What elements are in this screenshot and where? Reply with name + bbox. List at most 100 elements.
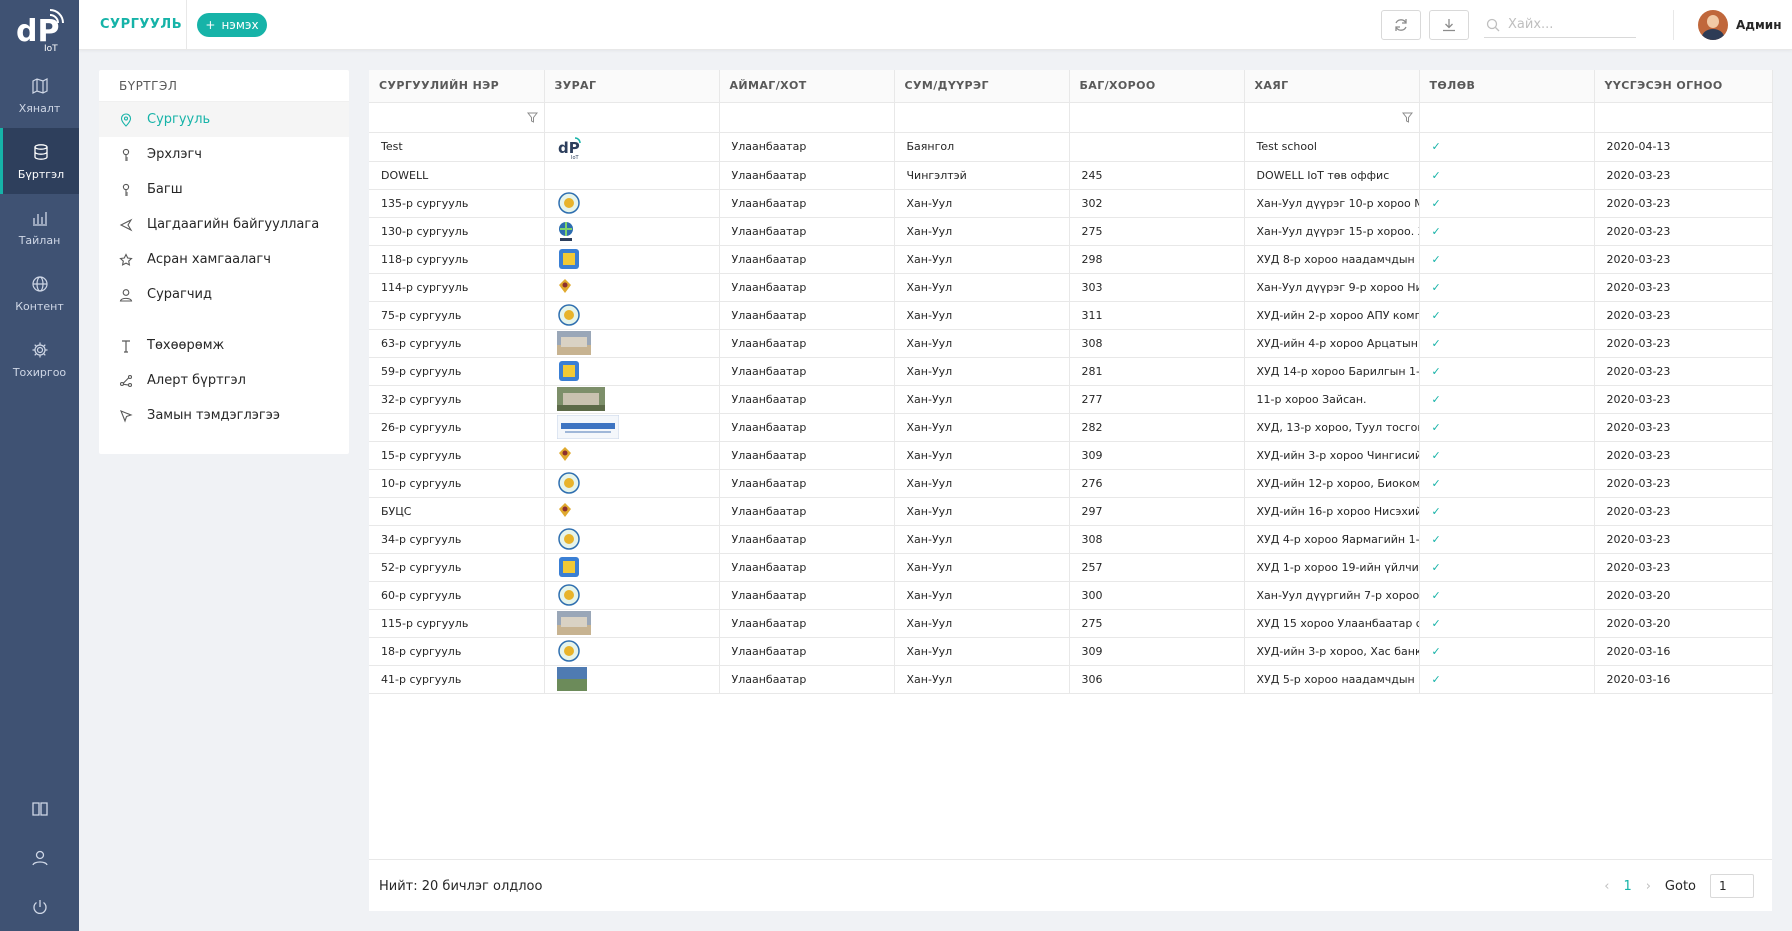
bag-cell: 308 — [1069, 329, 1245, 358]
created-date-cell: 2020-03-23 — [1594, 161, 1773, 190]
school-name-cell: 114-р сургууль — [369, 273, 545, 302]
tool-icon — [119, 339, 133, 353]
table-row[interactable]: 60-р сургууль Улаанбаатар Хан-Уул 300 Хан-Уу… — [369, 581, 1773, 610]
check-icon: ✓ — [1431, 588, 1441, 602]
school-image-cell — [544, 161, 720, 190]
filter-cell[interactable] — [1419, 102, 1595, 133]
table-row[interactable]: 75-р сургууль Улаанбаатар Хан-Уул 311 ХУД-ий… — [369, 301, 1773, 330]
filter-cell[interactable] — [544, 102, 720, 133]
sum-cell: Хан-Уул — [894, 217, 1070, 246]
add-button[interactable]: + нэмэх — [197, 13, 267, 37]
created-date-cell: 2020-03-23 — [1594, 329, 1773, 358]
table-row[interactable]: 52-р сургууль Улаанбаатар Хан-Уул 257 ХУД 1-… — [369, 553, 1773, 582]
address-cell: ХУД-ийн 2-р хороо АПУ комп — [1244, 301, 1420, 330]
table-row[interactable]: 59-р сургууль Улаанбаатар Хан-Уул 281 ХУД 14… — [369, 357, 1773, 386]
book-icon[interactable] — [0, 784, 79, 833]
created-date-cell: 2020-03-23 — [1594, 273, 1773, 302]
sum-cell: Хан-Уул — [894, 581, 1070, 610]
table-row[interactable]: 34-р сургууль Улаанбаатар Хан-Уул 308 ХУД 4-… — [369, 525, 1773, 554]
table-row[interactable]: DOWELL Улаанбаатар Чингэлтэй 245 DOWELL IoT … — [369, 161, 1773, 190]
school-name-cell: 75-р сургууль — [369, 301, 545, 330]
school-image-cell — [544, 665, 720, 694]
column-header[interactable]: ЗУРАГ — [544, 70, 720, 103]
table-row[interactable]: 135-р сургууль Улаанбаатар Хан-Уул 302 Хан-У… — [369, 189, 1773, 218]
table-row[interactable]: 130-р сургууль Улаанбаатар Хан-Уул 275 Хан-У… — [369, 217, 1773, 246]
menu-item-7[interactable]: Алерт бүртгэл — [99, 363, 349, 398]
school-name-cell: 63-р сургууль — [369, 329, 545, 358]
user-menu[interactable]: Админ — [1698, 10, 1782, 40]
menu-item-5[interactable]: Сурагчид — [99, 277, 349, 312]
table-row[interactable]: 15-р сургууль Улаанбаатар Хан-Уул 309 ХУД-ий… — [369, 441, 1773, 470]
school-logo-image — [558, 361, 579, 381]
sidebar-item-1[interactable]: Бүртгэл — [0, 128, 79, 194]
school-logo-image — [557, 472, 580, 494]
table-row[interactable]: 41-р сургууль Улаанбаатар Хан-Уул 306 ХУД 5-… — [369, 665, 1773, 694]
menu-item-0[interactable]: Сургууль — [99, 102, 349, 137]
table-row[interactable]: 114-р сургууль Улаанбаатар Хан-Уул 303 Хан-У… — [369, 273, 1773, 302]
next-page-icon[interactable]: › — [1646, 879, 1651, 894]
created-date-cell: 2020-03-23 — [1594, 189, 1773, 218]
table-row[interactable]: 32-р сургууль Улаанбаатар Хан-Уул 277 11-р х… — [369, 385, 1773, 414]
download-icon — [1443, 19, 1455, 32]
school-name-cell: 59-р сургууль — [369, 357, 545, 386]
column-header[interactable]: СУМ/ДҮҮРЭГ — [894, 70, 1070, 103]
download-button[interactable] — [1429, 10, 1469, 40]
filter-icon[interactable] — [526, 112, 538, 123]
bag-cell: 311 — [1069, 301, 1245, 330]
school-name-cell: 115-р сургууль — [369, 609, 545, 638]
sidebar-item-3[interactable]: Контент — [0, 260, 79, 326]
column-header[interactable]: СУРГУУЛИЙН НЭР — [369, 70, 545, 103]
power-icon[interactable] — [0, 882, 79, 931]
aimag-cell: Улаанбаатар — [719, 132, 895, 162]
location-pin-icon — [119, 112, 133, 127]
menu-item-3[interactable]: Цагдаагийн байгууллага — [99, 207, 349, 242]
filter-icon[interactable] — [1401, 112, 1413, 123]
table-row[interactable]: 63-р сургууль Улаанбаатар Хан-Уул 308 ХУД-ий… — [369, 329, 1773, 358]
sidebar-item-label: Тайлан — [18, 233, 61, 247]
school-logo-image — [558, 222, 573, 241]
filter-cell[interactable] — [719, 102, 895, 133]
table-row[interactable]: Test dP IoT Улаанбаатар Баянгол Test school ✓ 2… — [369, 132, 1773, 162]
aimag-cell: Улаанбаатар — [719, 245, 895, 274]
prev-page-icon[interactable]: ‹ — [1604, 879, 1609, 894]
menu-item-4[interactable]: Асран хамгаалагч — [99, 242, 349, 277]
menu-item-2[interactable]: Багш — [99, 172, 349, 207]
column-header[interactable]: БАГ/ХОРОО — [1069, 70, 1245, 103]
sum-cell: Хан-Уул — [894, 273, 1070, 302]
table-row[interactable]: 115-р сургууль Улаанбаатар Хан-Уул 275 ХУД 1… — [369, 609, 1773, 638]
search-input[interactable] — [1508, 17, 1628, 32]
menu-item-8[interactable]: Замын тэмдэглэгээ — [99, 398, 349, 433]
table-row[interactable]: БУЦС Улаанбаатар Хан-Уул 297 ХУД-ийн 16-р хо… — [369, 497, 1773, 526]
refresh-button[interactable] — [1381, 10, 1421, 40]
status-cell: ✓ — [1419, 637, 1595, 666]
school-image-cell — [544, 609, 720, 638]
status-cell: ✓ — [1419, 553, 1595, 582]
address-cell: ХУД 4-р хороо Яармагийн 1-р — [1244, 525, 1420, 554]
table-row[interactable]: 118-р сургууль Улаанбаатар Хан-Уул 298 ХУД 8… — [369, 245, 1773, 274]
table-row[interactable]: 10-р сургууль Улаанбаатар Хан-Уул 276 ХУД-ий… — [369, 469, 1773, 498]
menu-item-6[interactable]: Төхөөрөмж — [99, 328, 349, 363]
filter-cell[interactable] — [894, 102, 1070, 133]
goto-input[interactable] — [1710, 874, 1754, 898]
column-header[interactable]: ХАЯГ — [1244, 70, 1420, 103]
column-header[interactable]: ҮҮСГЭСЭН ОГНОО — [1594, 70, 1773, 103]
table-row[interactable]: 26-р сургууль Улаанбаатар Хан-Уул 282 ХУД, 1… — [369, 413, 1773, 442]
page-number[interactable]: 1 — [1623, 879, 1631, 894]
filter-cell[interactable] — [369, 102, 545, 133]
filter-cell[interactable] — [1244, 102, 1420, 133]
filter-cell[interactable] — [1069, 102, 1245, 133]
sidebar-item-2[interactable]: Тайлан — [0, 194, 79, 260]
school-logo-image — [558, 503, 571, 517]
sidebar-item-4[interactable]: Тохиргоо — [0, 326, 79, 392]
table-row[interactable]: 18-р сургууль Улаанбаатар Хан-Уул 309 ХУД-ий… — [369, 637, 1773, 666]
user-icon[interactable] — [0, 833, 79, 882]
app-logo[interactable]: dP IoT — [0, 0, 79, 62]
school-name-cell: БУЦС — [369, 497, 545, 526]
column-header[interactable]: АЙМАГ/ХОТ — [719, 70, 895, 103]
school-image-cell — [544, 553, 720, 582]
filter-cell[interactable] — [1594, 102, 1773, 133]
created-date-cell: 2020-03-23 — [1594, 525, 1773, 554]
menu-item-1[interactable]: Эрхлэгч — [99, 137, 349, 172]
column-header[interactable]: ТӨЛӨВ — [1419, 70, 1595, 103]
sidebar-item-0[interactable]: Хяналт — [0, 62, 79, 128]
